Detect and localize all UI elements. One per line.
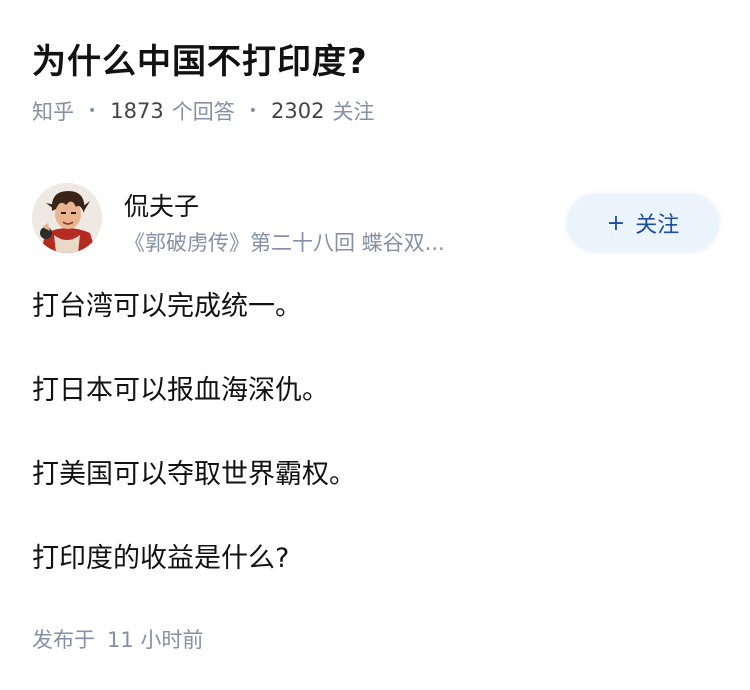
published-label: 发布于: [32, 628, 95, 652]
answer-content: 打台湾可以完成统一。 打日本可以报血海深仇。 打美国可以夺取世界霸权。 打印度的…: [32, 286, 722, 579]
follow-button-label: 关注: [635, 213, 680, 238]
avatar-illustration: [32, 183, 102, 253]
answer-paragraph: 打台湾可以完成统一。: [32, 291, 302, 322]
answer-count-label: 个回答: [171, 100, 235, 124]
plus-icon: +: [606, 210, 626, 236]
question-title[interactable]: 为什么中国不打印度?: [32, 34, 368, 83]
avatar[interactable]: [32, 183, 102, 253]
follower-count-label: 关注: [332, 100, 375, 124]
follow-button[interactable]: + 关注: [568, 195, 718, 251]
answer-paragraph: 打美国可以夺取世界霸权。: [32, 459, 356, 490]
answer-paragraph: 打印度的收益是什么?: [32, 543, 290, 574]
published-time: 11 小时前: [107, 628, 204, 652]
separator-dot: •: [88, 103, 97, 119]
source-label[interactable]: 知乎: [32, 96, 74, 126]
author-headline: 《郭破虏传》第二十八回 蝶谷双...: [124, 231, 445, 255]
follower-count: 2302: [270, 99, 325, 123]
author-card: 侃夫子 《郭破虏传》第二十八回 蝶谷双... + 关注: [32, 183, 718, 263]
answer-paragraph: 打日本可以报血海深仇。: [32, 375, 329, 406]
publish-time: 发布于 11 小时前: [32, 624, 203, 654]
answer-count: 1873: [110, 99, 164, 123]
author-name[interactable]: 侃夫子: [124, 187, 199, 223]
separator-dot: •: [248, 103, 257, 119]
question-meta: 知乎 • 1873 个回答 • 2302 关注: [32, 96, 374, 126]
